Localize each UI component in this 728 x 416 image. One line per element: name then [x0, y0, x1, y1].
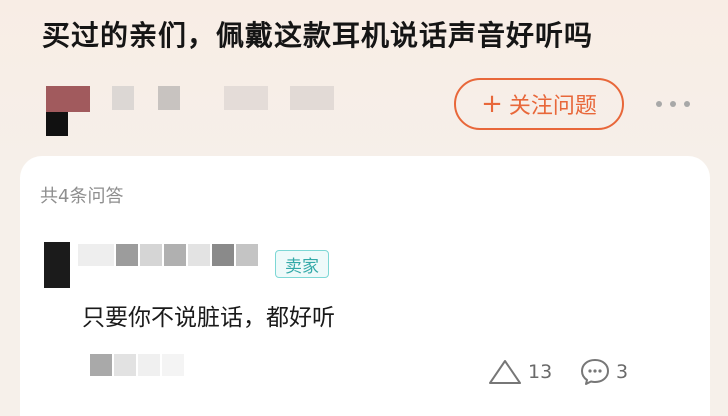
answer-text: 只要你不说脏话，都好听 — [82, 305, 335, 331]
answerer-avatar[interactable] — [44, 242, 70, 288]
plus-icon: + — [481, 89, 503, 119]
seller-badge: 卖家 — [275, 250, 329, 278]
question-title: 买过的亲们，佩戴这款耳机说话声音好听吗 — [42, 19, 594, 52]
answer-meta-pixelated — [90, 354, 210, 376]
thumb-triangle-icon — [489, 360, 521, 384]
asker-avatar[interactable] — [40, 86, 90, 136]
more-horizontal-icon[interactable] — [656, 92, 690, 116]
asker-name-pixelated — [112, 86, 342, 110]
follow-question-label: 关注问题 — [508, 94, 597, 119]
comment-button[interactable]: 3 — [580, 358, 628, 386]
like-button[interactable]: 13 — [488, 358, 552, 386]
question-header: 买过的亲们，佩戴这款耳机说话声音好听吗 + 关注问题 — [0, 0, 728, 160]
follow-question-button[interactable]: + 关注问题 — [454, 78, 624, 130]
like-count: 13 — [528, 361, 553, 383]
answers-card: 共4条问答 卖家 只要你不说脏话，都好听 13 3 — [20, 156, 710, 416]
answerer-name-pixelated — [78, 244, 270, 266]
comment-bubble-icon — [581, 359, 609, 385]
answer-count: 共4条问答 — [40, 186, 124, 207]
answer-item: 卖家 只要你不说脏话，都好听 13 3 — [20, 236, 710, 406]
comment-count: 3 — [616, 361, 629, 383]
